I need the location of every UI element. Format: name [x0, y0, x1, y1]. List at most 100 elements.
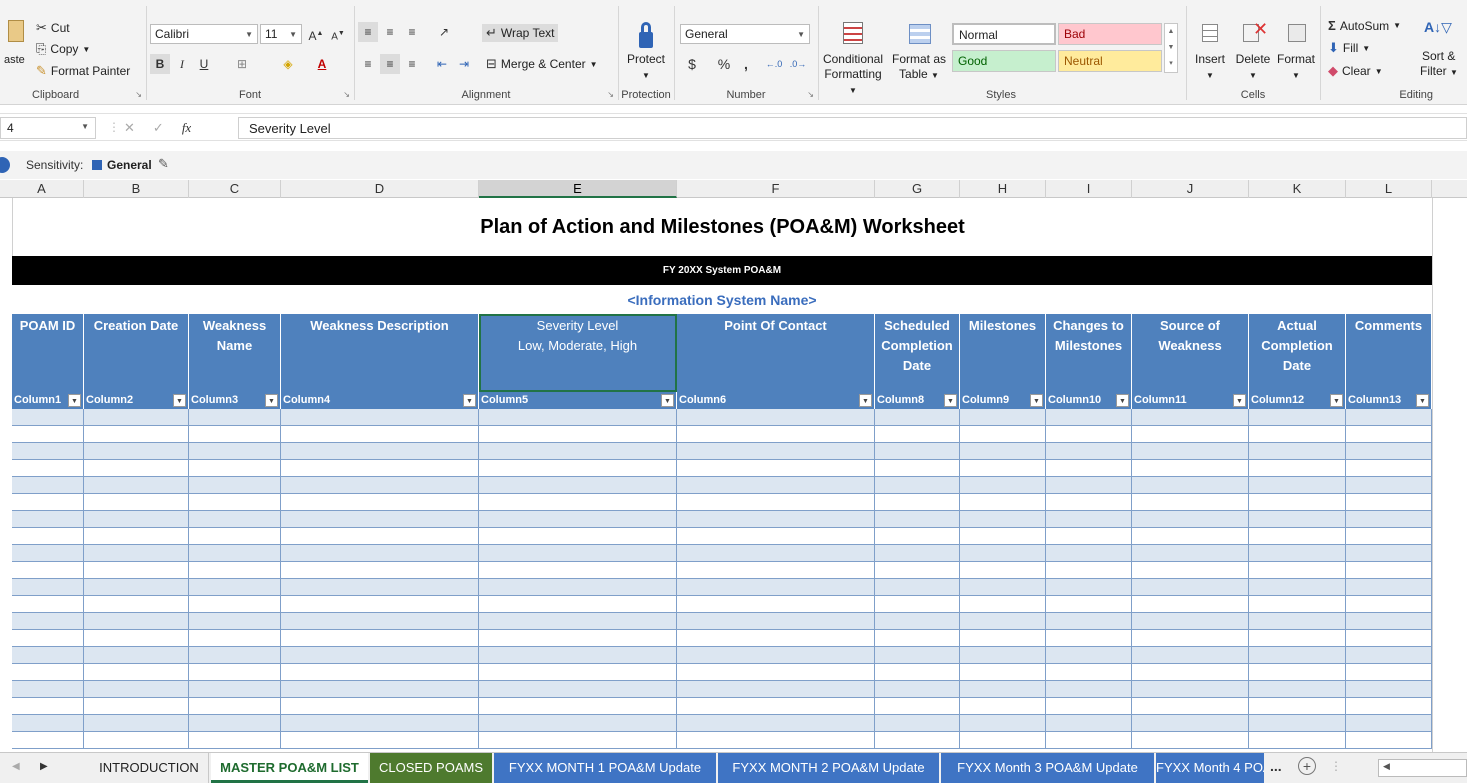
filter-dropdown-icon[interactable]: ▼: [944, 394, 957, 407]
table-cell[interactable]: [281, 460, 479, 477]
table-cell[interactable]: [875, 562, 960, 579]
table-cell[interactable]: [875, 715, 960, 732]
table-cell[interactable]: [1346, 664, 1432, 681]
align-center-icon[interactable]: ≡: [380, 54, 400, 74]
table-cell[interactable]: [1046, 426, 1132, 443]
copy-button[interactable]: ⎘ Copy ▼: [36, 41, 90, 57]
filter-dropdown-icon[interactable]: ▼: [661, 394, 674, 407]
table-cell[interactable]: [960, 715, 1046, 732]
table-cell[interactable]: [1132, 460, 1249, 477]
column-header-l[interactable]: L: [1346, 180, 1432, 198]
table-cell[interactable]: [479, 732, 677, 749]
table-cell[interactable]: [1046, 647, 1132, 664]
table-cell[interactable]: [1046, 664, 1132, 681]
wrap-text-button[interactable]: ↵ Wrap Text: [482, 24, 559, 42]
table-cell[interactable]: [677, 579, 875, 596]
table-cell[interactable]: [1346, 460, 1432, 477]
table-cell[interactable]: [960, 426, 1046, 443]
header-cell[interactable]: Changes to Milestones: [1046, 314, 1132, 392]
column-header-i[interactable]: I: [1046, 180, 1132, 198]
table-cell[interactable]: [1046, 443, 1132, 460]
format-button[interactable]: Format ▼: [1274, 20, 1318, 83]
column-header-b[interactable]: B: [84, 180, 189, 198]
system-name[interactable]: <Information System Name>: [12, 286, 1432, 314]
table-cell[interactable]: [960, 528, 1046, 545]
table-cell[interactable]: [1132, 681, 1249, 698]
table-cell[interactable]: [479, 443, 677, 460]
table-cell[interactable]: [84, 715, 189, 732]
table-cell[interactable]: [1132, 715, 1249, 732]
table-cell[interactable]: [960, 681, 1046, 698]
table-cell[interactable]: [12, 698, 84, 715]
table-cell[interactable]: [960, 511, 1046, 528]
style-bad[interactable]: Bad: [1058, 23, 1162, 45]
grow-font-icon[interactable]: A▲: [306, 24, 326, 44]
table-cell[interactable]: [677, 477, 875, 494]
table-cell[interactable]: [1249, 647, 1346, 664]
style-good[interactable]: Good: [952, 50, 1056, 72]
table-cell[interactable]: [84, 562, 189, 579]
table-cell[interactable]: [479, 579, 677, 596]
table-cell[interactable]: [960, 477, 1046, 494]
table-cell[interactable]: [189, 545, 281, 562]
table-cell[interactable]: [479, 545, 677, 562]
table-cell[interactable]: [12, 460, 84, 477]
table-cell[interactable]: [875, 426, 960, 443]
table-cell[interactable]: [189, 647, 281, 664]
table-cell[interactable]: [189, 630, 281, 647]
table-cell[interactable]: [281, 528, 479, 545]
table-cell[interactable]: [189, 732, 281, 749]
table-cell[interactable]: [479, 494, 677, 511]
table-cell[interactable]: [960, 460, 1046, 477]
table-cell[interactable]: [1249, 545, 1346, 562]
align-left-icon[interactable]: ≡: [358, 54, 378, 74]
table-cell[interactable]: [677, 511, 875, 528]
table-cell[interactable]: [1132, 596, 1249, 613]
table-cell[interactable]: [189, 698, 281, 715]
table-cell[interactable]: [281, 732, 479, 749]
formula-input[interactable]: Severity Level: [238, 117, 1467, 139]
table-cell[interactable]: [1046, 579, 1132, 596]
table-cell[interactable]: [1346, 443, 1432, 460]
filter-dropdown-icon[interactable]: ▼: [1116, 394, 1129, 407]
table-cell[interactable]: [12, 545, 84, 562]
table-cell[interactable]: [479, 715, 677, 732]
resize-handle[interactable]: ⋮: [108, 120, 120, 134]
table-cell[interactable]: [1132, 511, 1249, 528]
table-cell[interactable]: [1346, 698, 1432, 715]
table-cell[interactable]: [189, 477, 281, 494]
table-cell[interactable]: [281, 715, 479, 732]
table-cell[interactable]: [479, 647, 677, 664]
table-cell[interactable]: [677, 613, 875, 630]
table-cell[interactable]: [281, 562, 479, 579]
table-cell[interactable]: [1346, 545, 1432, 562]
cut-button[interactable]: ✂ Cut: [36, 20, 70, 36]
dialog-launcher-icon[interactable]: ↘: [343, 90, 350, 99]
header-cell[interactable]: POAM ID: [12, 314, 84, 392]
table-cell[interactable]: [677, 681, 875, 698]
table-cell[interactable]: [1249, 630, 1346, 647]
dialog-launcher-icon[interactable]: ↘: [807, 90, 814, 99]
table-cell[interactable]: [1132, 579, 1249, 596]
enter-icon[interactable]: ✓: [153, 120, 164, 136]
table-cell[interactable]: [189, 715, 281, 732]
fill-color-icon[interactable]: ◈: [278, 54, 298, 74]
column-header-j[interactable]: J: [1132, 180, 1249, 198]
table-cell[interactable]: [189, 409, 281, 426]
sheet-tab[interactable]: FYXX Month 3 POA&M Update: [941, 753, 1154, 783]
table-cell[interactable]: [1132, 528, 1249, 545]
table-cell[interactable]: [281, 511, 479, 528]
table-cell[interactable]: [12, 613, 84, 630]
table-cell[interactable]: [479, 562, 677, 579]
table-cell[interactable]: [84, 664, 189, 681]
table-cell[interactable]: [677, 426, 875, 443]
table-cell[interactable]: [1346, 647, 1432, 664]
table-cell[interactable]: [1132, 613, 1249, 630]
filter-dropdown-icon[interactable]: ▼: [1416, 394, 1429, 407]
table-cell[interactable]: [875, 732, 960, 749]
shrink-font-icon[interactable]: A▼: [328, 24, 348, 44]
tab-scroll-right-icon[interactable]: ▶: [40, 761, 48, 772]
table-cell[interactable]: [1346, 630, 1432, 647]
table-cell[interactable]: [281, 647, 479, 664]
decrease-decimal-icon[interactable]: .0→: [788, 54, 808, 74]
